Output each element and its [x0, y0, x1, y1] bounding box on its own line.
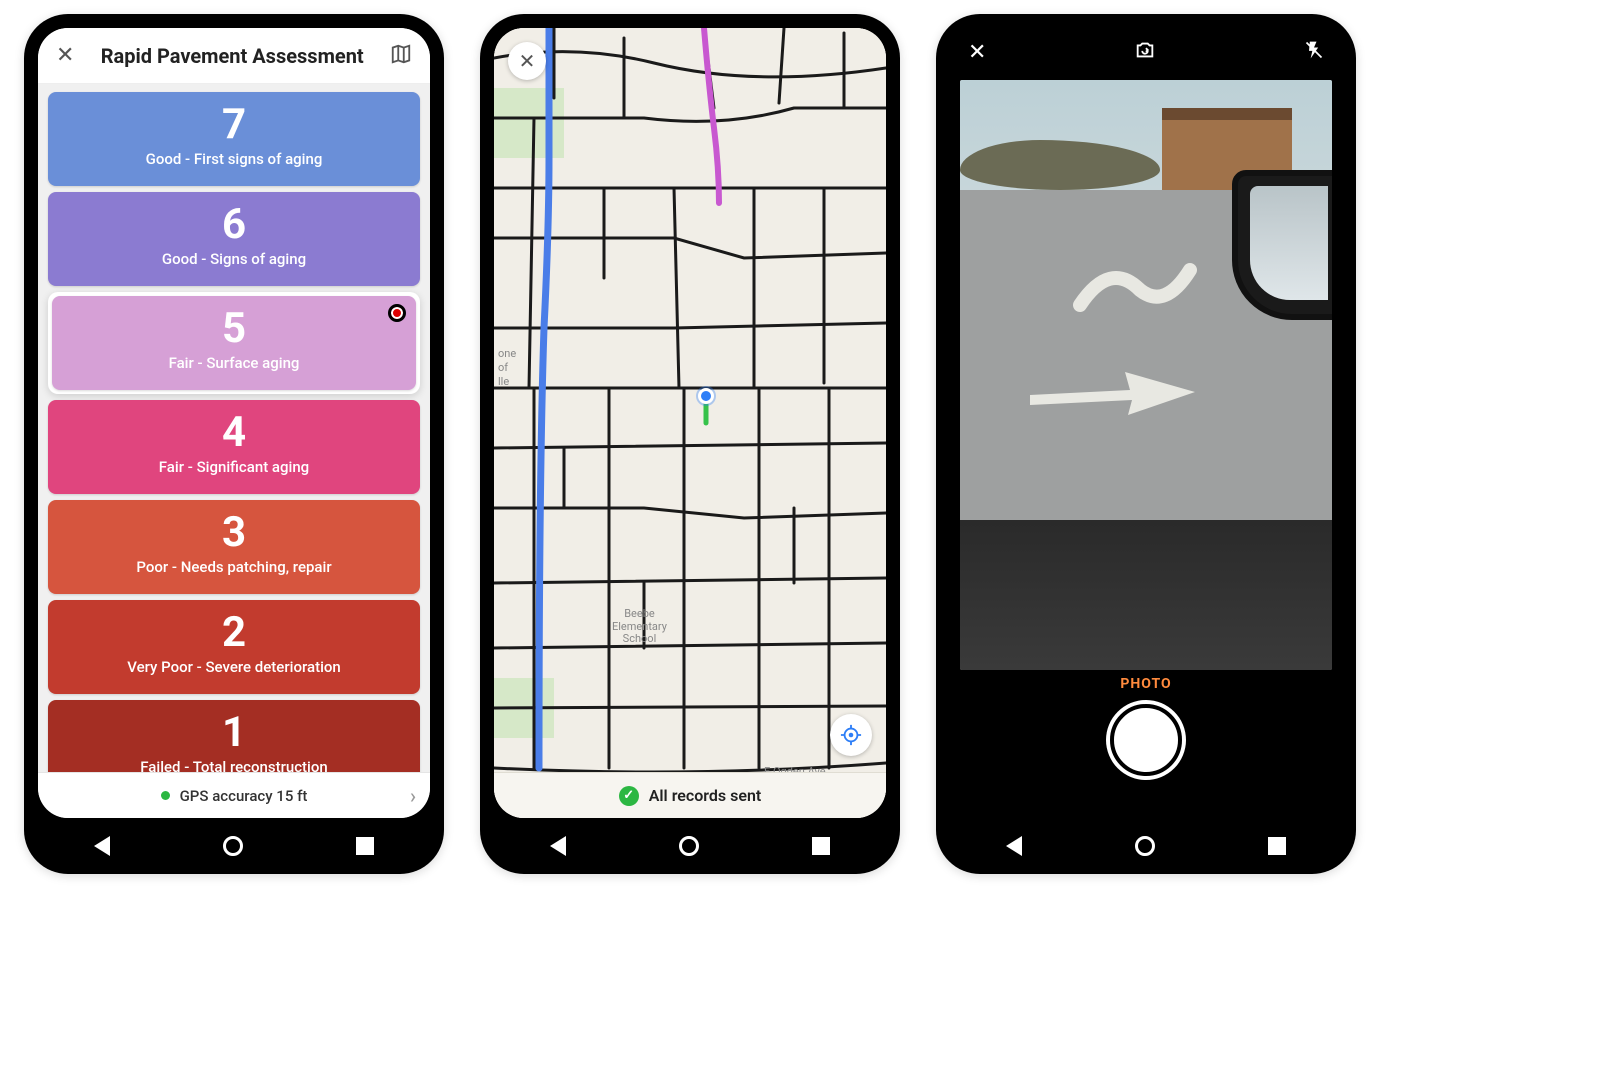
- phone-map: Beebe Elementary School one of lle E Ogd…: [480, 14, 900, 874]
- gps-accuracy-text: GPS accuracy 15 ft: [180, 787, 308, 805]
- rating-option-4[interactable]: 4 Fair - Significant aging: [48, 400, 420, 494]
- camera-screen: ✕: [950, 28, 1342, 818]
- sync-status-text: All records sent: [649, 786, 762, 805]
- map-poi-label: of: [498, 362, 508, 375]
- android-navbar: [494, 818, 886, 874]
- rating-desc: Poor - Needs patching, repair: [56, 558, 412, 576]
- rating-desc: Good - Signs of aging: [56, 250, 412, 268]
- check-icon: ✓: [619, 786, 639, 806]
- nav-home-icon[interactable]: [679, 836, 699, 856]
- map-canvas[interactable]: Beebe Elementary School one of lle E Ogd…: [494, 28, 886, 818]
- camera-bottombar: PHOTO: [950, 670, 1342, 818]
- recording-icon: [388, 304, 406, 322]
- camera-mode-label[interactable]: PHOTO: [1120, 676, 1171, 692]
- rating-option-7[interactable]: 7 Good - First signs of aging: [48, 92, 420, 186]
- rating-option-6[interactable]: 6 Good - Signs of aging: [48, 192, 420, 286]
- page-title: Rapid Pavement Assessment: [80, 44, 384, 68]
- phone-assessment: ✕ Rapid Pavement Assessment 7 Good - Fir…: [24, 14, 444, 874]
- assessment-header: ✕ Rapid Pavement Assessment: [38, 28, 430, 84]
- rating-option-2[interactable]: 2 Very Poor - Severe deterioration: [48, 600, 420, 694]
- map-icon[interactable]: [384, 37, 418, 75]
- rating-number: 3: [56, 512, 412, 554]
- close-icon[interactable]: ✕: [50, 37, 80, 74]
- android-navbar: [38, 818, 430, 874]
- nav-home-icon[interactable]: [223, 836, 243, 856]
- rating-number: 6: [56, 204, 412, 246]
- rating-number: 4: [56, 412, 412, 454]
- crosshair-icon: [840, 724, 862, 746]
- shutter-button[interactable]: [1110, 704, 1182, 776]
- assessment-screen: ✕ Rapid Pavement Assessment 7 Good - Fir…: [38, 28, 430, 818]
- nav-recents-icon[interactable]: [356, 837, 374, 855]
- rating-option-3[interactable]: 3 Poor - Needs patching, repair: [48, 500, 420, 594]
- rating-number: 5: [60, 308, 408, 350]
- scene-road-curve: [1070, 250, 1200, 320]
- rating-number: 1: [56, 712, 412, 754]
- close-icon[interactable]: ✕: [968, 40, 986, 65]
- map-poi-label: one: [498, 348, 516, 361]
- flash-off-icon[interactable]: [1304, 40, 1324, 64]
- camera-topbar: ✕: [950, 28, 1342, 76]
- gps-status-dot-icon: [161, 791, 170, 800]
- street-map-svg: [494, 28, 886, 818]
- map-poi-label: lle: [498, 376, 509, 389]
- nav-recents-icon[interactable]: [812, 837, 830, 855]
- camera-viewfinder[interactable]: [960, 80, 1332, 670]
- sync-status-bar[interactable]: ✓ All records sent: [494, 772, 886, 818]
- map-poi-school: Beebe Elementary School: [612, 608, 667, 646]
- close-icon[interactable]: ✕: [508, 42, 546, 80]
- android-navbar: [950, 818, 1342, 874]
- rating-option-selected-wrap: 5 Fair - Surface aging: [48, 292, 420, 394]
- scene-road-arrow: [1020, 360, 1200, 420]
- rating-option-5[interactable]: 5 Fair - Surface aging: [52, 296, 416, 390]
- gps-location-icon: [698, 388, 714, 404]
- nav-home-icon[interactable]: [1135, 836, 1155, 856]
- rating-number: 7: [56, 104, 412, 146]
- rating-desc: Very Poor - Severe deterioration: [56, 658, 412, 676]
- rating-options: 7 Good - First signs of aging 6 Good - S…: [38, 84, 430, 796]
- scene-dashboard: [960, 520, 1332, 670]
- locate-me-button[interactable]: [830, 714, 872, 756]
- rating-desc: Good - First signs of aging: [56, 150, 412, 168]
- nav-back-icon[interactable]: [1006, 836, 1022, 856]
- camera-switch-icon[interactable]: [1134, 39, 1156, 65]
- nav-recents-icon[interactable]: [1268, 837, 1286, 855]
- chevron-right-icon: ›: [410, 784, 416, 808]
- gps-accuracy-bar[interactable]: GPS accuracy 15 ft ›: [38, 772, 430, 818]
- nav-back-icon[interactable]: [550, 836, 566, 856]
- map-screen: Beebe Elementary School one of lle E Ogd…: [494, 28, 886, 818]
- scene-side-mirror: [1232, 170, 1332, 320]
- nav-back-icon[interactable]: [94, 836, 110, 856]
- rating-number: 2: [56, 612, 412, 654]
- phone-camera: ✕: [936, 14, 1356, 874]
- rating-desc: Fair - Significant aging: [56, 458, 412, 476]
- rating-desc: Fair - Surface aging: [60, 354, 408, 372]
